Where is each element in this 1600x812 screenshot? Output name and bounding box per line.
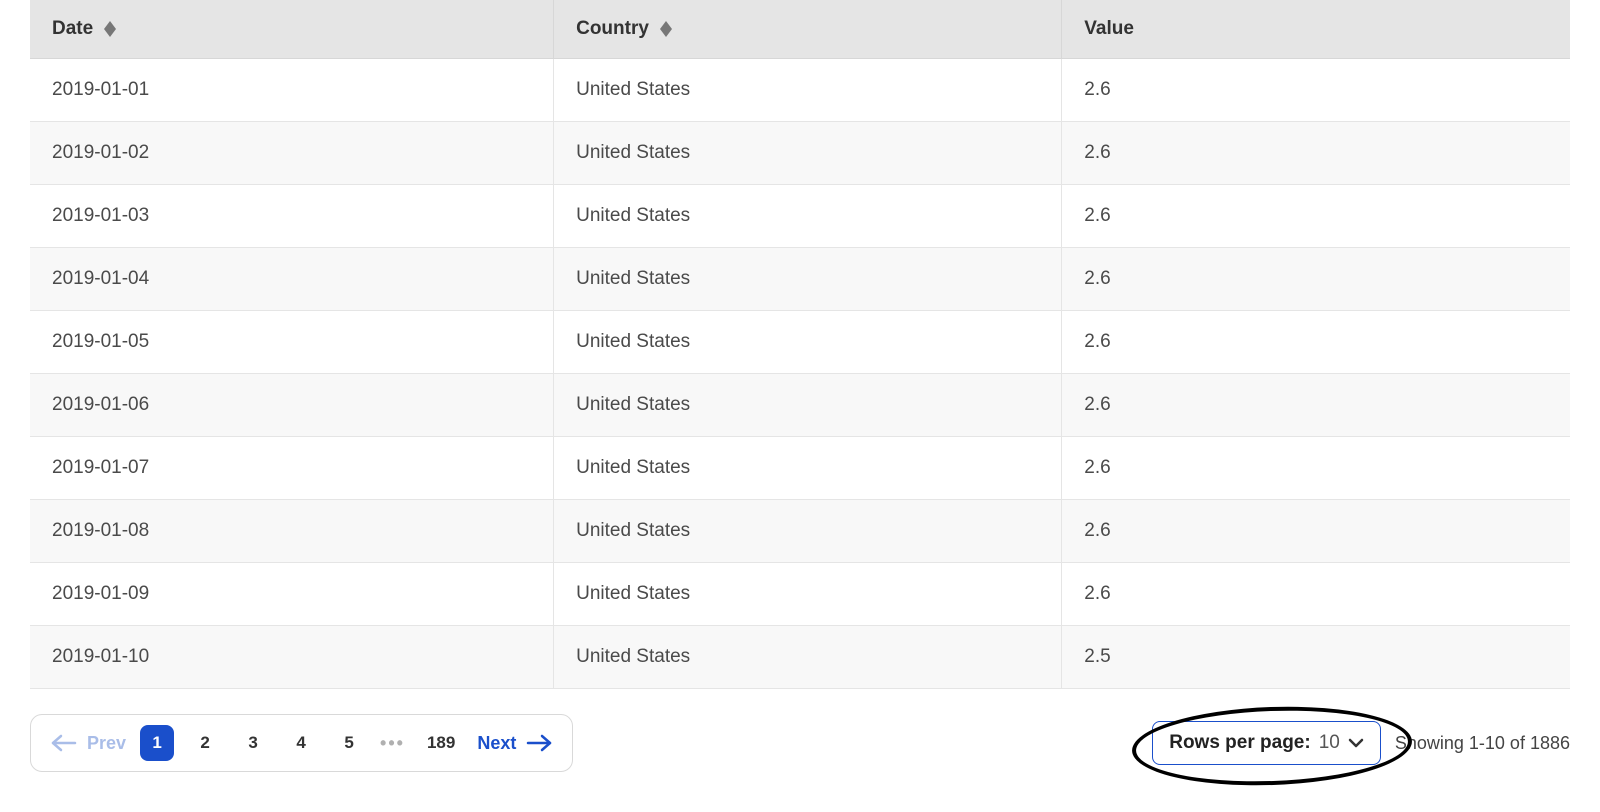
cell-value: 2.6 bbox=[1062, 248, 1570, 311]
table-row: 2019-01-01United States2.6 bbox=[30, 59, 1570, 122]
cell-value: 2.6 bbox=[1062, 500, 1570, 563]
prev-label: Prev bbox=[87, 733, 126, 754]
column-header-date[interactable]: Date bbox=[30, 0, 554, 59]
pagination: Prev 12345 ••• 189 Next bbox=[30, 714, 573, 772]
cell-country: United States bbox=[554, 626, 1062, 689]
table-row: 2019-01-09United States2.6 bbox=[30, 563, 1570, 626]
column-header-value[interactable]: Value bbox=[1062, 0, 1570, 59]
table-row: 2019-01-08United States2.6 bbox=[30, 500, 1570, 563]
cell-value: 2.6 bbox=[1062, 59, 1570, 122]
rows-per-page-label: Rows per page: bbox=[1169, 732, 1310, 754]
cell-date: 2019-01-06 bbox=[30, 374, 554, 437]
cell-date: 2019-01-02 bbox=[30, 122, 554, 185]
cell-country: United States bbox=[554, 374, 1062, 437]
cell-country: United States bbox=[554, 437, 1062, 500]
cell-country: United States bbox=[554, 311, 1062, 374]
page-button-189[interactable]: 189 bbox=[419, 725, 463, 761]
cell-value: 2.5 bbox=[1062, 626, 1570, 689]
cell-value: 2.6 bbox=[1062, 185, 1570, 248]
table-row: 2019-01-10United States2.5 bbox=[30, 626, 1570, 689]
column-label: Country bbox=[576, 18, 649, 39]
page-button-1[interactable]: 1 bbox=[140, 725, 174, 761]
column-header-country[interactable]: Country bbox=[554, 0, 1062, 59]
showing-text: Showing 1-10 of 1886 bbox=[1395, 733, 1570, 754]
table-row: 2019-01-03United States2.6 bbox=[30, 185, 1570, 248]
table-row: 2019-01-06United States2.6 bbox=[30, 374, 1570, 437]
rows-per-page-select[interactable]: Rows per page: 10 bbox=[1152, 721, 1381, 765]
sort-icon[interactable] bbox=[660, 21, 672, 37]
column-label: Value bbox=[1084, 18, 1134, 39]
column-label: Date bbox=[52, 18, 93, 39]
cell-date: 2019-01-07 bbox=[30, 437, 554, 500]
cell-date: 2019-01-08 bbox=[30, 500, 554, 563]
page-button-4[interactable]: 4 bbox=[284, 725, 318, 761]
cell-country: United States bbox=[554, 500, 1062, 563]
table-row: 2019-01-04United States2.6 bbox=[30, 248, 1570, 311]
cell-date: 2019-01-09 bbox=[30, 563, 554, 626]
cell-date: 2019-01-04 bbox=[30, 248, 554, 311]
arrow-left-icon bbox=[51, 734, 77, 752]
cell-value: 2.6 bbox=[1062, 374, 1570, 437]
sort-icon[interactable] bbox=[104, 21, 116, 37]
cell-date: 2019-01-01 bbox=[30, 59, 554, 122]
table-row: 2019-01-05United States2.6 bbox=[30, 311, 1570, 374]
rows-per-page-value: 10 bbox=[1319, 732, 1340, 754]
page-button-5[interactable]: 5 bbox=[332, 725, 366, 761]
page-ellipsis: ••• bbox=[380, 733, 405, 754]
table-footer: Prev 12345 ••• 189 Next Rows per page: 10 … bbox=[30, 714, 1570, 772]
cell-value: 2.6 bbox=[1062, 311, 1570, 374]
data-table: Date Country Value 2019 bbox=[30, 0, 1570, 689]
cell-value: 2.6 bbox=[1062, 563, 1570, 626]
cell-date: 2019-01-03 bbox=[30, 185, 554, 248]
cell-value: 2.6 bbox=[1062, 437, 1570, 500]
arrow-right-icon bbox=[526, 734, 552, 752]
cell-country: United States bbox=[554, 563, 1062, 626]
page-button-3[interactable]: 3 bbox=[236, 725, 270, 761]
chevron-down-icon bbox=[1348, 738, 1364, 748]
table-header-row: Date Country Value bbox=[30, 0, 1570, 59]
table-row: 2019-01-07United States2.6 bbox=[30, 437, 1570, 500]
cell-country: United States bbox=[554, 248, 1062, 311]
table-row: 2019-01-02United States2.6 bbox=[30, 122, 1570, 185]
cell-country: United States bbox=[554, 59, 1062, 122]
next-label: Next bbox=[477, 733, 516, 754]
next-button[interactable]: Next bbox=[477, 733, 552, 754]
cell-country: United States bbox=[554, 122, 1062, 185]
cell-country: United States bbox=[554, 185, 1062, 248]
footer-right: Rows per page: 10 Showing 1-10 of 1886 bbox=[1152, 721, 1570, 765]
cell-date: 2019-01-05 bbox=[30, 311, 554, 374]
page-button-2[interactable]: 2 bbox=[188, 725, 222, 761]
prev-button[interactable]: Prev bbox=[51, 733, 126, 754]
cell-date: 2019-01-10 bbox=[30, 626, 554, 689]
cell-value: 2.6 bbox=[1062, 122, 1570, 185]
